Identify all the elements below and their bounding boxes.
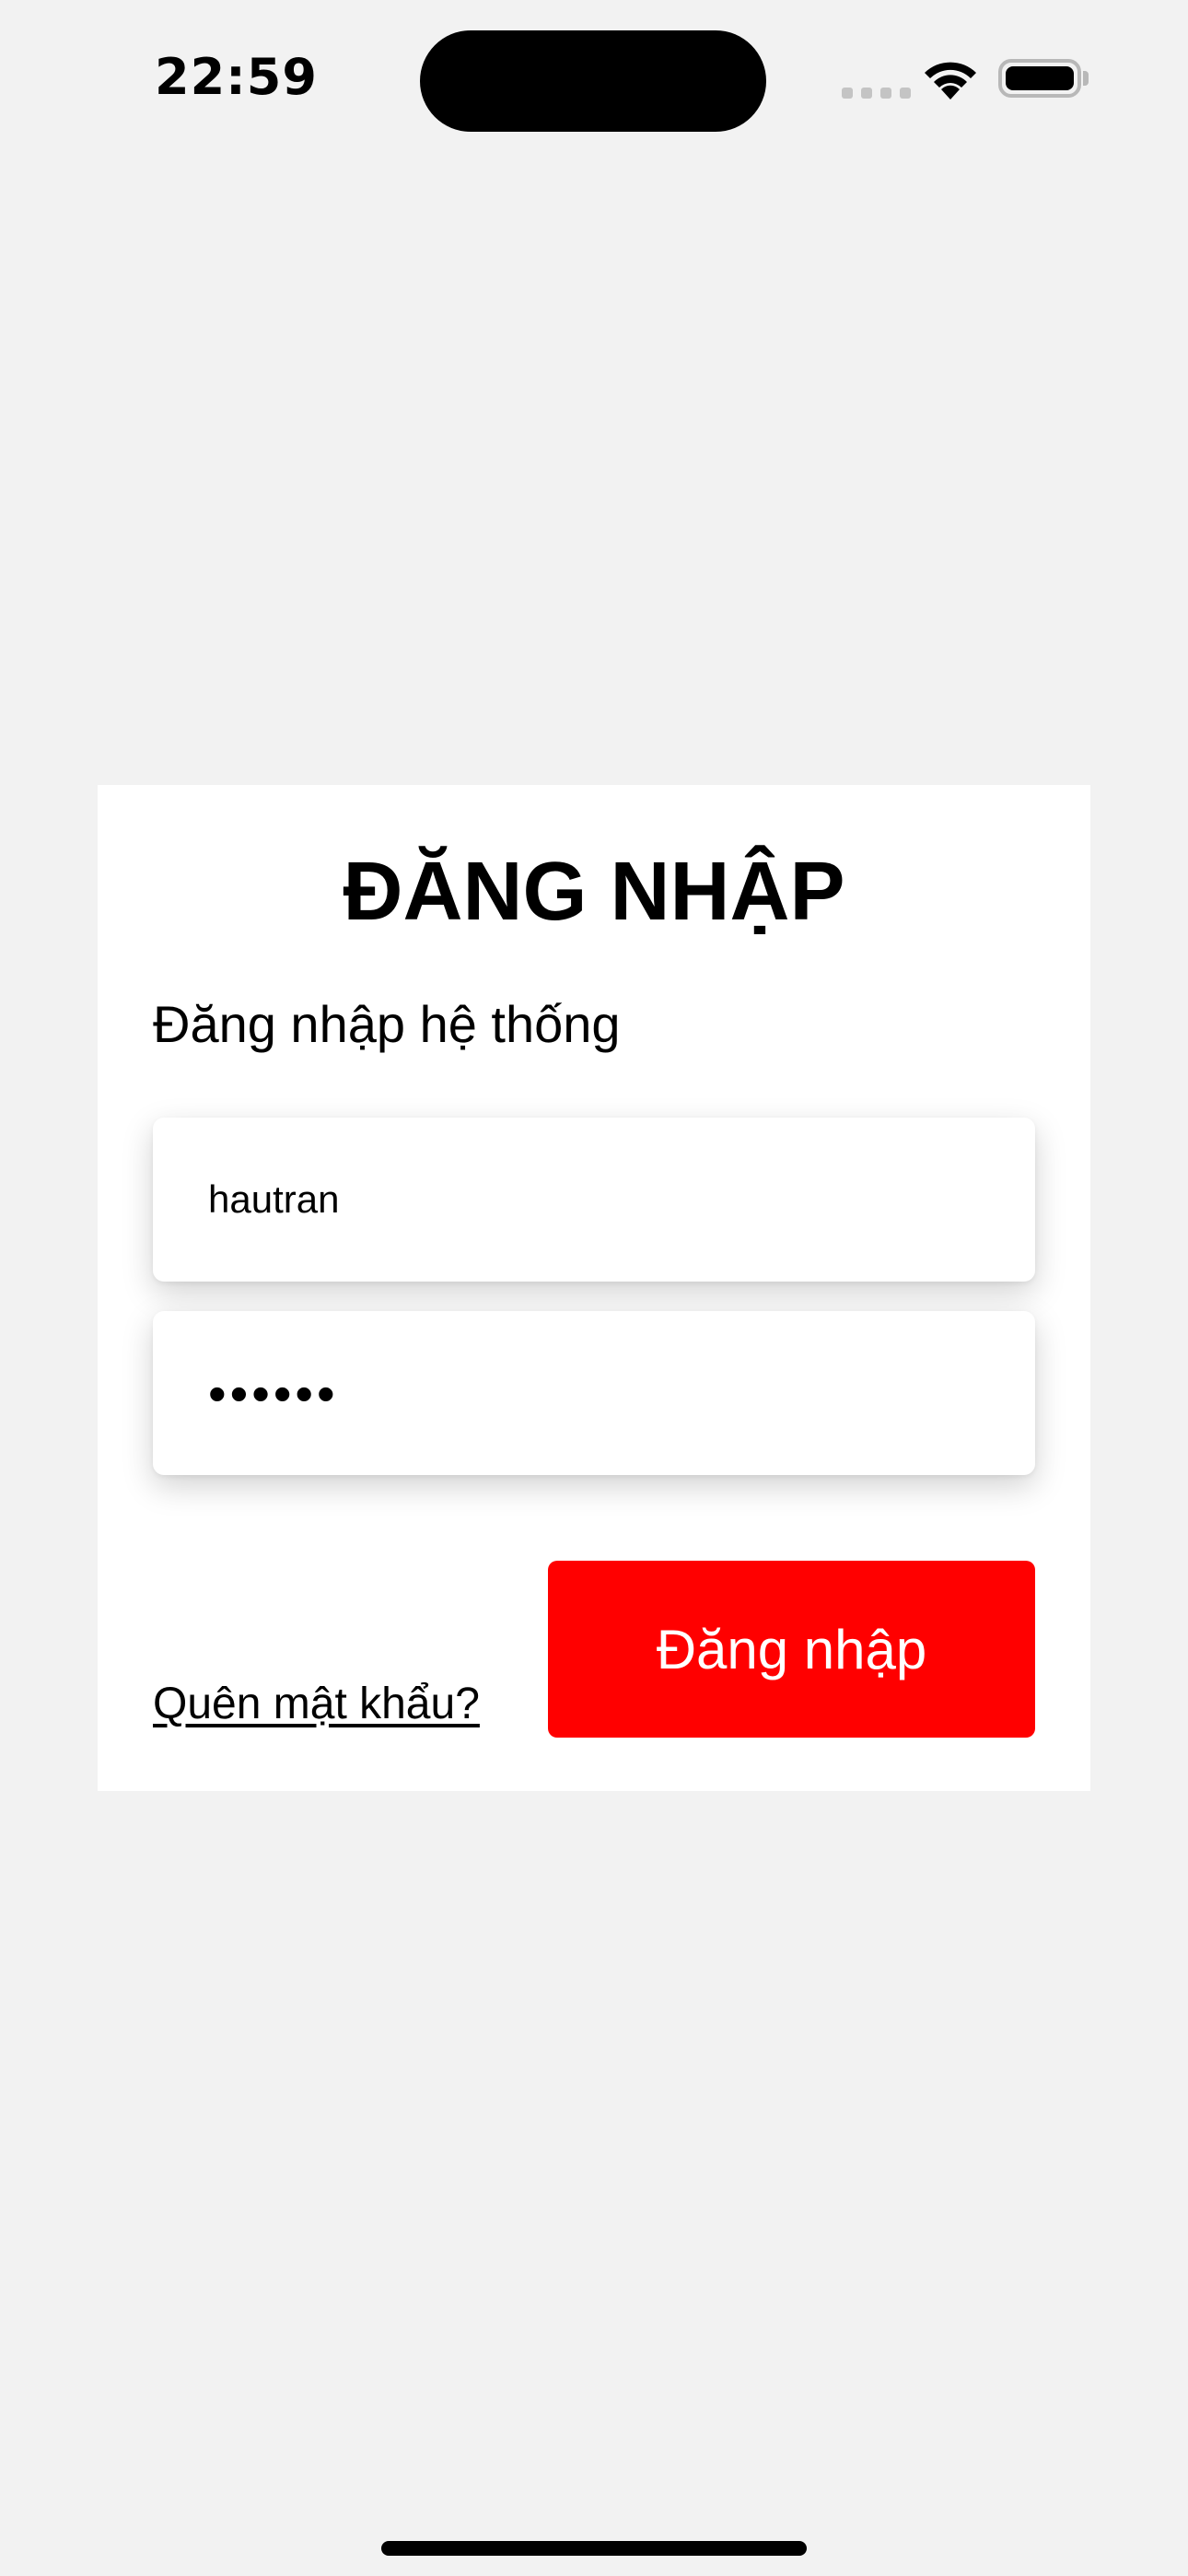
- battery-icon: [998, 59, 1081, 98]
- battery-tip: [1083, 71, 1089, 86]
- dynamic-island: [420, 30, 766, 132]
- cellular-signal-icon: [842, 88, 911, 99]
- login-button[interactable]: Đăng nhập: [548, 1561, 1035, 1738]
- login-subtitle: Đăng nhập hệ thống: [153, 995, 621, 1053]
- forgot-password-link[interactable]: Quên mật khẩu?: [153, 1677, 480, 1732]
- status-time: 22:59: [155, 48, 318, 106]
- username-field[interactable]: hautran: [153, 1118, 1035, 1282]
- password-field[interactable]: ••••••: [153, 1311, 1035, 1475]
- home-indicator[interactable]: [381, 2541, 807, 2556]
- login-card: ĐĂNG NHẬP Đăng nhập hệ thống hautran •••…: [98, 785, 1090, 1791]
- wifi-icon: [925, 62, 976, 100]
- login-title: ĐĂNG NHẬP: [343, 846, 845, 938]
- username-value: hautran: [208, 1177, 340, 1221]
- login-button-label: Đăng nhập: [656, 1618, 927, 1680]
- password-value: ••••••: [208, 1364, 339, 1423]
